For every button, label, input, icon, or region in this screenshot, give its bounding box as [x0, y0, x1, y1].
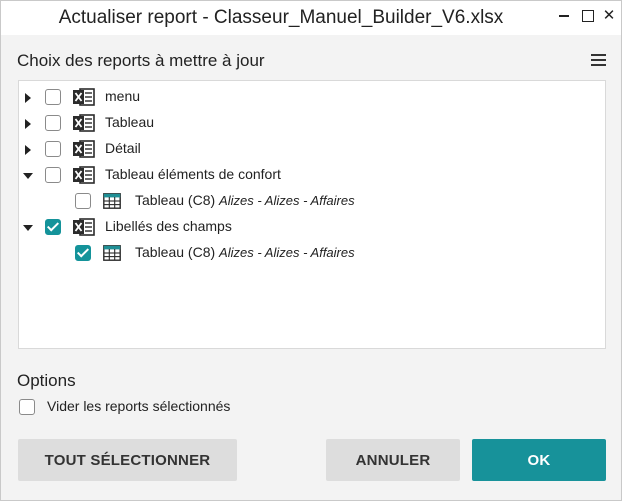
tree-item-label: menu	[105, 88, 141, 104]
tree-item-label: Tableau	[105, 114, 155, 130]
table-name: Tableau (C8)	[135, 244, 216, 260]
table-source: Alizes - Alizes - Affaires	[219, 193, 355, 208]
report-checkbox[interactable]	[45, 89, 61, 105]
report-checkbox-checked[interactable]	[75, 245, 91, 261]
table-name: Tableau (C8)	[135, 192, 216, 208]
hamburger-menu-icon[interactable]	[591, 54, 606, 67]
dialog-window: Actualiser report - Classeur_Manuel_Buil…	[0, 0, 622, 501]
tree-child-label: Tableau (C8) Alizes - Alizes - Affaires	[135, 244, 355, 260]
excel-icon	[73, 88, 95, 106]
select-all-button[interactable]: TOUT SÉLECTIONNER	[18, 439, 237, 481]
excel-icon	[73, 166, 95, 184]
tree-item-tableau[interactable]: Tableau	[19, 113, 605, 135]
reports-heading: Choix des reports à mettre à jour	[17, 51, 265, 70]
tree-item-label: Libellés des champs	[105, 218, 232, 234]
table-icon	[103, 193, 121, 209]
excel-icon	[73, 114, 95, 132]
close-icon: ✕	[602, 7, 616, 24]
options-heading: Options	[17, 371, 76, 390]
maximize-button[interactable]	[579, 7, 597, 25]
tree-item-tableau-elements-de-confort[interactable]: Tableau éléments de confort	[19, 165, 605, 187]
clear-reports-label: Vider les reports sélectionnés	[47, 398, 231, 414]
tree-item-label: Tableau éléments de confort	[105, 166, 281, 182]
report-checkbox[interactable]	[45, 167, 61, 183]
clear-reports-checkbox[interactable]	[19, 399, 35, 415]
maximize-icon	[582, 10, 594, 22]
tree-item-detail[interactable]: Détail	[19, 139, 605, 161]
excel-icon	[73, 218, 95, 236]
expand-arrow-icon[interactable]	[25, 93, 31, 103]
tree-item-menu[interactable]: menu	[19, 87, 605, 109]
tree-item-libelles-des-champs[interactable]: Libellés des champs	[19, 217, 605, 239]
tree-child-item[interactable]: Tableau (C8) Alizes - Alizes - Affaires	[19, 191, 605, 213]
excel-icon	[73, 140, 95, 158]
minimize-button[interactable]	[555, 7, 573, 25]
collapse-arrow-icon[interactable]	[23, 173, 33, 179]
close-button[interactable]: ✕	[600, 7, 618, 25]
ok-button[interactable]: OK	[472, 439, 606, 481]
report-checkbox-checked[interactable]	[45, 219, 61, 235]
title-bar: Actualiser report - Classeur_Manuel_Buil…	[1, 1, 621, 35]
report-checkbox[interactable]	[45, 115, 61, 131]
reports-tree[interactable]: menu Tableau Détail Tableau éléments de …	[18, 80, 606, 349]
collapse-arrow-icon[interactable]	[23, 225, 33, 231]
cancel-button[interactable]: ANNULER	[326, 439, 460, 481]
report-checkbox[interactable]	[75, 193, 91, 209]
table-icon	[103, 245, 121, 261]
tree-child-item[interactable]: Tableau (C8) Alizes - Alizes - Affaires	[19, 243, 605, 265]
table-source: Alizes - Alizes - Affaires	[219, 245, 355, 260]
tree-item-label: Détail	[105, 140, 141, 156]
report-checkbox[interactable]	[45, 141, 61, 157]
tree-child-label: Tableau (C8) Alizes - Alizes - Affaires	[135, 192, 355, 208]
expand-arrow-icon[interactable]	[25, 119, 31, 129]
expand-arrow-icon[interactable]	[25, 145, 31, 155]
minimize-icon	[559, 14, 569, 17]
window-title: Actualiser report - Classeur_Manuel_Buil…	[58, 7, 504, 28]
